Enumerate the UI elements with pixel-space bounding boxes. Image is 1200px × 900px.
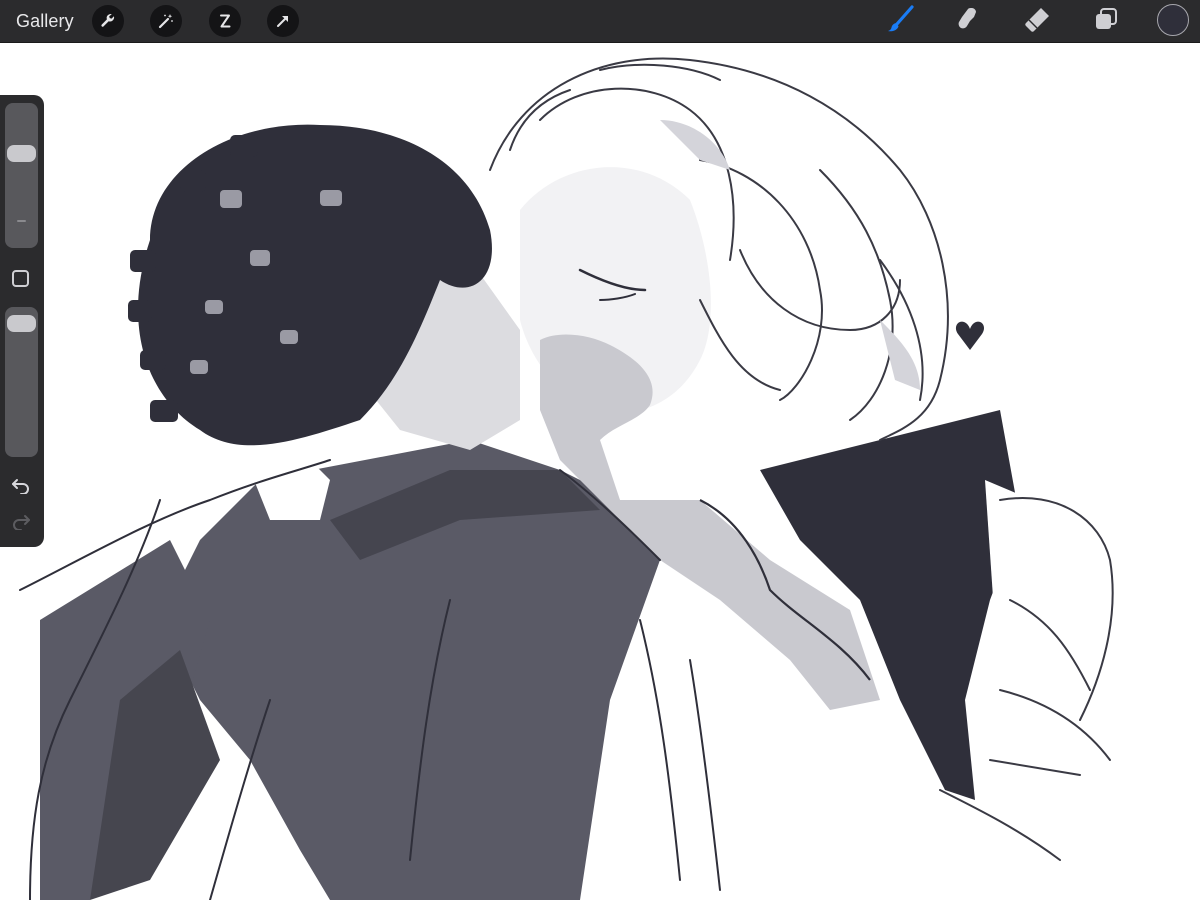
redo-button[interactable] (9, 512, 33, 534)
transform-button[interactable] (267, 5, 299, 37)
procreate-app: Gallery (0, 0, 1200, 900)
selection-button[interactable] (209, 5, 241, 37)
actions-button[interactable] (92, 5, 124, 37)
brush-size-thumb[interactable] (7, 144, 36, 162)
top-toolbar: Gallery (0, 0, 1200, 43)
opacity-thumb[interactable] (7, 315, 36, 333)
smudge-finger-icon (953, 4, 983, 39)
layers-icon (1092, 5, 1120, 38)
brush-size-slider[interactable] (5, 103, 38, 248)
gallery-button[interactable]: Gallery (16, 10, 74, 32)
side-toolbar (0, 95, 44, 547)
adjustments-button[interactable] (150, 5, 182, 37)
eraser-button[interactable] (1020, 5, 1054, 37)
brush-button[interactable] (883, 4, 917, 39)
selection-s-icon (216, 12, 234, 30)
smudge-button[interactable] (951, 5, 985, 37)
magic-wand-icon (157, 12, 175, 30)
undo-arrow-icon (11, 476, 31, 499)
modify-button[interactable] (12, 270, 29, 287)
wrench-icon (99, 12, 117, 30)
layers-button[interactable] (1089, 5, 1123, 37)
opacity-slider[interactable] (5, 307, 38, 457)
heart-icon (955, 321, 985, 350)
arrow-cursor-icon (274, 12, 292, 30)
paintbrush-icon (885, 4, 915, 39)
drawing-canvas[interactable] (0, 42, 1200, 900)
undo-button[interactable] (9, 476, 33, 498)
sketch-artwork (19, 57, 1114, 900)
color-swatch[interactable] (1157, 4, 1189, 36)
slider-tick (17, 220, 26, 222)
redo-arrow-icon (11, 512, 31, 535)
eraser-icon (1022, 4, 1052, 39)
